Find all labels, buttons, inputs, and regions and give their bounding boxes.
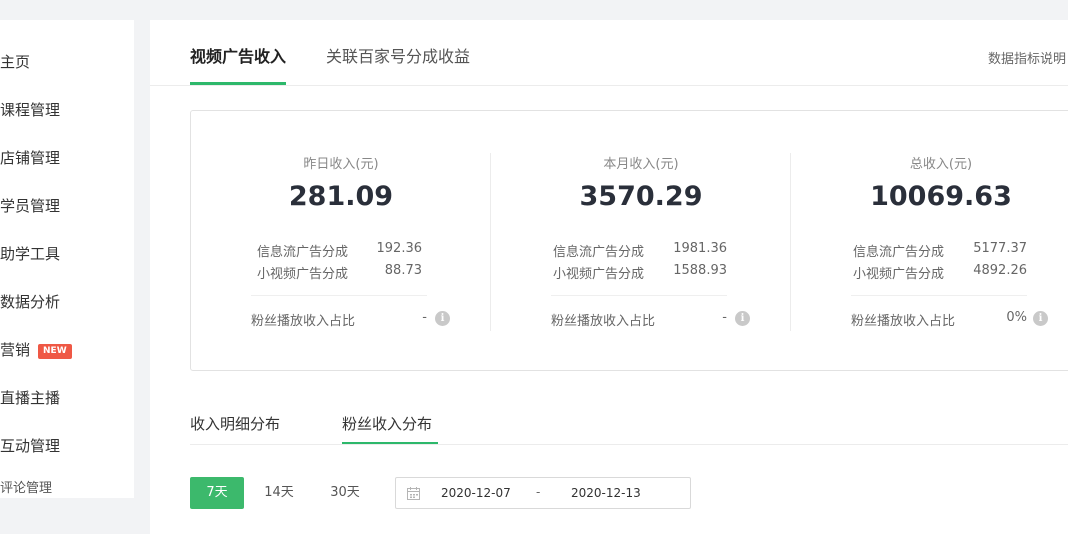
detail-value: 1588.93 — [673, 263, 727, 278]
active-tab-indicator — [342, 442, 438, 444]
info-icon[interactable]: i — [1033, 311, 1048, 326]
detail-name: 信息流广告分成 — [853, 245, 945, 260]
sidebar-item-tools[interactable]: 助学工具 — [0, 240, 60, 268]
sidebar-item-live[interactable]: 直播主播 — [0, 384, 60, 412]
detail-value: 5177.37 — [973, 241, 1027, 256]
summary-column-total: 总收入(元) 10069.63 信息流广告分成 5177.37 小视频广告分成 … — [791, 111, 1068, 370]
divider — [551, 295, 727, 296]
summary-value: 10069.63 — [870, 181, 1012, 212]
start-date[interactable]: 2020-12-07 — [441, 486, 511, 500]
fans-ratio-value: 0% — [1006, 310, 1027, 325]
summary-column-month: 本月收入(元) 3570.29 信息流广告分成 1981.36 小视频广告分成 … — [491, 111, 791, 370]
detail-value: 88.73 — [384, 263, 422, 278]
detail-name: 小视频广告分成 — [553, 267, 645, 282]
detail-name: 小视频广告分成 — [257, 267, 349, 282]
summary-value: 281.09 — [288, 181, 394, 212]
detail-name: 信息流广告分成 — [257, 245, 349, 260]
tab-video-ad-income[interactable]: 视频广告收入 — [190, 46, 286, 68]
period-14-days-button[interactable]: 14天 — [254, 477, 304, 509]
metrics-help-link[interactable]: 数据指标说明 — [988, 48, 1066, 67]
top-tab-bar: 视频广告收入 关联百家号分成收益 数据指标说明 — [150, 20, 1068, 86]
tab-fans-income[interactable]: 粉丝收入分布 — [342, 413, 432, 434]
fans-ratio-label: 粉丝播放收入占比 — [251, 314, 356, 329]
detail-name: 信息流广告分成 — [553, 245, 645, 260]
fans-ratio-label: 粉丝播放收入占比 — [851, 314, 956, 329]
sidebar-item-analytics[interactable]: 数据分析 — [0, 288, 60, 316]
new-badge: NEW — [38, 344, 72, 359]
sidebar-item-courses[interactable]: 课程管理 — [0, 96, 60, 124]
summary-label: 本月收入(元) — [603, 157, 679, 172]
end-date[interactable]: 2020-12-13 — [571, 486, 641, 500]
sidebar-item-students[interactable]: 学员管理 — [0, 192, 60, 220]
sidebar-item-label: 直播主播 — [0, 389, 61, 407]
summary-value: 3570.29 — [579, 181, 703, 212]
fans-ratio-label: 粉丝播放收入占比 — [551, 314, 656, 329]
calendar-icon — [407, 487, 420, 500]
summary-label: 总收入(元) — [909, 157, 973, 172]
sidebar-item-label: 评论管理 — [0, 481, 53, 496]
period-7-days-button[interactable]: 7天 — [190, 477, 244, 509]
tab-income-detail[interactable]: 收入明细分布 — [190, 413, 280, 434]
sidebar-item-label: 助学工具 — [0, 245, 61, 263]
divider — [251, 295, 427, 296]
fans-ratio-value: - — [422, 310, 427, 325]
detail-value: 4892.26 — [973, 263, 1027, 278]
date-separator: - — [536, 485, 541, 499]
sidebar-item-label: 学员管理 — [0, 197, 61, 215]
detail-value: 192.36 — [376, 241, 423, 256]
sidebar-item-home[interactable]: 主页 — [0, 48, 30, 76]
distribution-tab-bar: 收入明细分布 粉丝收入分布 — [190, 400, 1068, 445]
detail-value: 1981.36 — [673, 241, 727, 256]
info-icon[interactable]: i — [735, 311, 750, 326]
detail-name: 小视频广告分成 — [853, 267, 945, 282]
summary-column-yesterday: 昨日收入(元) 281.09 信息流广告分成 192.36 小视频广告分成 88… — [191, 111, 491, 370]
sidebar: 主页 课程管理 店铺管理 学员管理 助学工具 数据分析 营销 NEW 直播主播 互… — [0, 20, 134, 498]
sidebar-item-label: 店铺管理 — [0, 149, 61, 167]
sidebar-item-comments[interactable]: 评论管理 — [0, 475, 52, 498]
fans-ratio-value: - — [722, 310, 727, 325]
tab-baijiahao-income[interactable]: 关联百家号分成收益 — [326, 46, 470, 68]
sidebar-item-label: 营销 — [0, 341, 31, 359]
sidebar-item-label: 互动管理 — [0, 437, 61, 455]
sidebar-item-label: 主页 — [0, 53, 31, 71]
sidebar-item-interaction[interactable]: 互动管理 — [0, 432, 60, 460]
summary-label: 昨日收入(元) — [303, 157, 379, 172]
sidebar-item-marketing[interactable]: 营销 NEW — [0, 336, 72, 364]
sidebar-item-label: 课程管理 — [0, 101, 61, 119]
income-summary-card: 昨日收入(元) 281.09 信息流广告分成 192.36 小视频广告分成 88… — [190, 110, 1068, 371]
sidebar-item-shop[interactable]: 店铺管理 — [0, 144, 60, 172]
info-icon[interactable]: i — [435, 311, 450, 326]
date-range-picker[interactable]: 2020-12-07 - 2020-12-13 — [395, 477, 691, 509]
main-panel: 视频广告收入 关联百家号分成收益 数据指标说明 昨日收入(元) 281.09 信… — [150, 20, 1068, 534]
period-30-days-button[interactable]: 30天 — [320, 477, 370, 509]
active-tab-indicator — [190, 82, 286, 85]
divider — [851, 295, 1027, 296]
sidebar-item-label: 数据分析 — [0, 293, 61, 311]
